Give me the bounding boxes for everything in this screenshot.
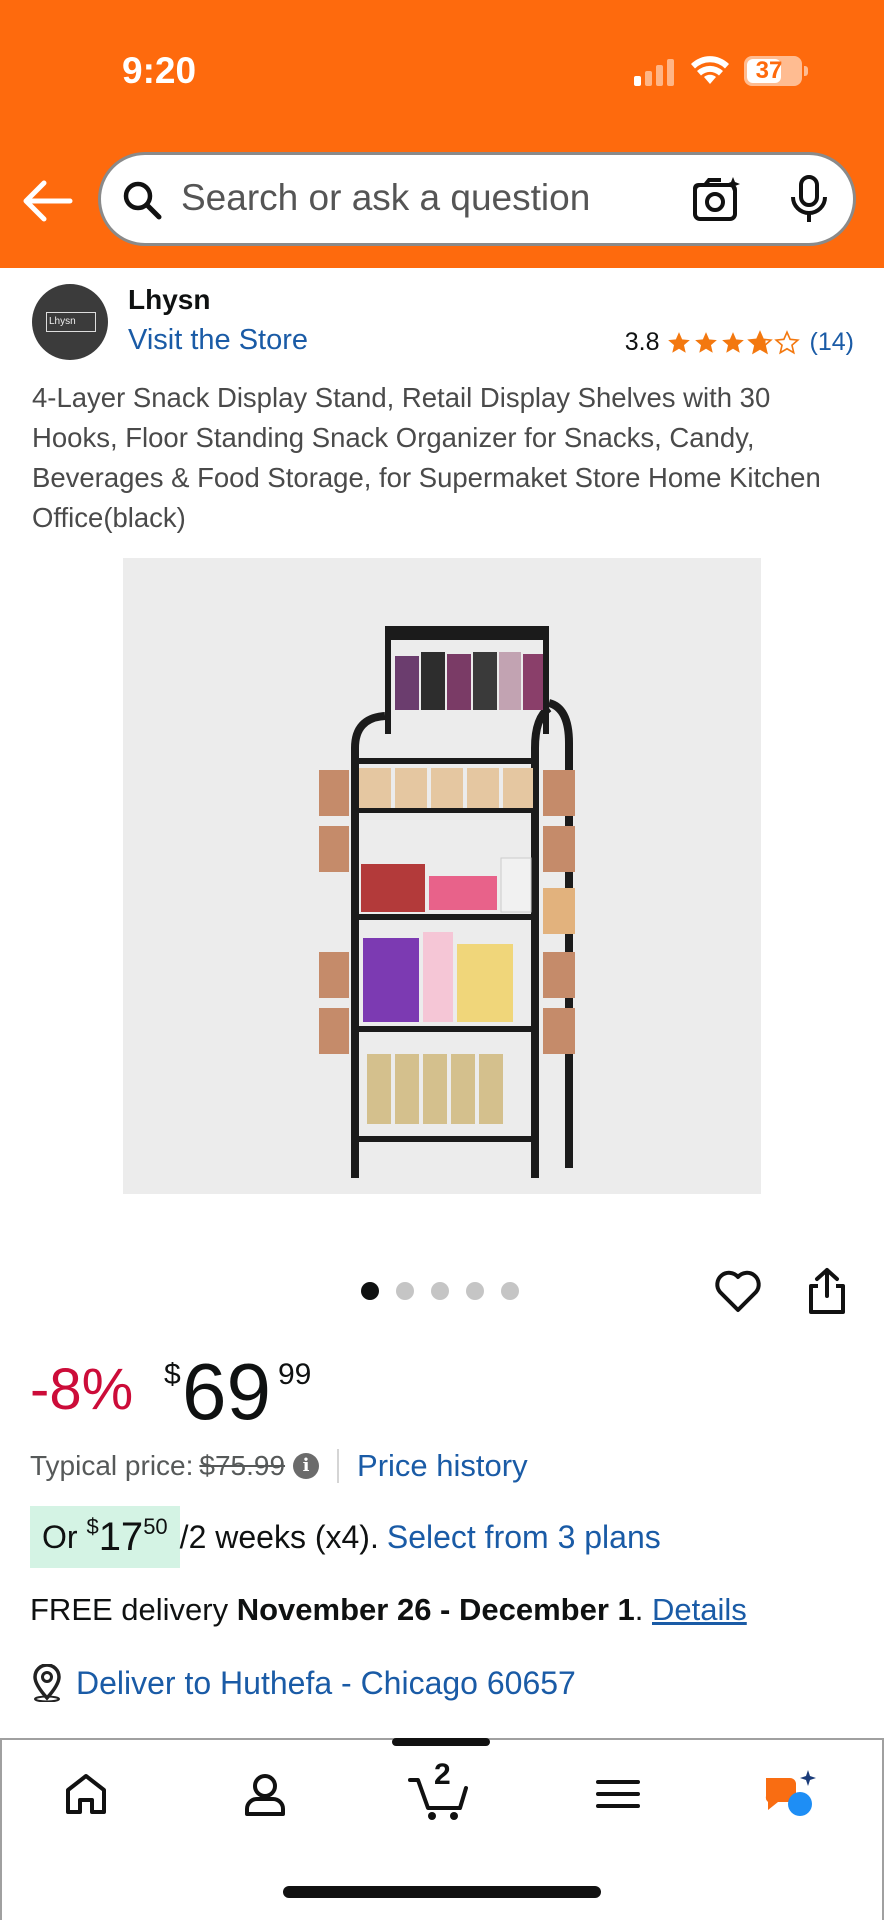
heart-icon[interactable] — [714, 1268, 762, 1314]
delivery-details-link[interactable]: Details — [652, 1592, 747, 1627]
product-image[interactable] — [123, 558, 761, 1194]
signal-icon — [634, 58, 676, 86]
battery-icon: 37 — [744, 56, 808, 86]
delivery-prefix: FREE delivery — [30, 1592, 237, 1627]
star-empty-icon — [773, 329, 800, 354]
star-full-icon — [667, 331, 690, 353]
cart-count-badge: 2 — [434, 1758, 451, 1791]
carousel-dot[interactable] — [431, 1282, 449, 1300]
delivery-period: . — [634, 1592, 652, 1627]
deliver-to-text: Deliver to Huthefa - Chicago 60657 — [76, 1664, 576, 1701]
price-whole: 69 — [182, 1347, 271, 1436]
top-bar: 9:20 37 Search or ask a question — [0, 0, 884, 268]
rating-summary[interactable]: 3.8 (14) — [625, 328, 854, 357]
product-title: 4-Layer Snack Display Stand, Retail Disp… — [32, 382, 821, 533]
brand-logo-text: Lhysn — [46, 312, 96, 332]
carousel-dot[interactable] — [396, 1282, 414, 1300]
visit-store-link[interactable]: Visit the Store — [128, 324, 308, 357]
search-input[interactable]: Search or ask a question — [181, 177, 590, 219]
installment-badge: Or $ 17 50 — [30, 1506, 180, 1568]
price-fraction: 99 — [278, 1358, 312, 1391]
plan-prefix: Or — [42, 1518, 87, 1555]
home-icon[interactable] — [62, 1766, 110, 1822]
microphone-icon[interactable] — [789, 175, 829, 225]
image-carousel-dots[interactable] — [361, 1282, 519, 1300]
discount-percent: -8% — [30, 1357, 134, 1422]
delivery-dates: November 26 - December 1 — [236, 1592, 635, 1627]
plan-suffix: /2 weeks (x4). — [179, 1518, 379, 1555]
rating-count: (14) — [809, 328, 854, 356]
carousel-dot[interactable] — [501, 1282, 519, 1300]
select-plans-link[interactable]: Select from 3 plans — [387, 1519, 661, 1556]
info-icon[interactable]: i — [293, 1453, 320, 1479]
star-rating — [666, 329, 800, 356]
display-stand-illustration — [319, 626, 575, 1178]
deliver-to-row[interactable]: Deliver to Huthefa - Chicago 60657 — [30, 1664, 576, 1702]
plan-whole: 17 — [98, 1514, 144, 1559]
star-full-icon — [694, 331, 717, 353]
plan-currency: $ — [86, 1514, 99, 1539]
delivery-info: FREE delivery November 26 - December 1. … — [30, 1592, 747, 1628]
star-full-icon — [721, 331, 744, 353]
back-arrow-icon[interactable] — [22, 178, 74, 224]
home-indicator — [283, 1886, 601, 1898]
plan-fraction: 50 — [143, 1514, 168, 1539]
brand-name: Lhysn — [128, 284, 211, 315]
search-icon — [123, 181, 162, 220]
star-half-icon — [746, 329, 773, 354]
search-bar[interactable]: Search or ask a question — [98, 152, 856, 246]
price-history-link[interactable]: Price history — [357, 1448, 528, 1484]
location-pin-icon — [33, 1664, 61, 1702]
payment-plan-row: Or $ 17 50 /2 weeks (x4). Select from 3 … — [30, 1506, 661, 1568]
battery-level: 37 — [755, 57, 783, 84]
divider — [337, 1449, 340, 1483]
typical-price-value: $75.99 — [199, 1450, 286, 1481]
camera-lens-icon[interactable] — [691, 175, 741, 225]
rating-value: 3.8 — [624, 328, 660, 356]
brand-logo[interactable]: Lhysn — [32, 284, 108, 360]
status-time: 9:20 — [122, 50, 197, 91]
share-icon[interactable] — [806, 1266, 848, 1316]
product-page: 9:20 37 Search or ask a question Lhysn L… — [0, 0, 884, 1920]
price-currency: $ — [164, 1358, 181, 1391]
rufus-ai-icon[interactable] — [760, 1766, 820, 1822]
menu-icon[interactable] — [596, 1766, 640, 1822]
account-icon[interactable] — [242, 1766, 288, 1822]
wifi-icon — [691, 56, 729, 84]
carousel-dot[interactable] — [466, 1282, 484, 1300]
nav-indicator — [392, 1738, 490, 1746]
carousel-dot[interactable] — [361, 1282, 379, 1300]
typical-price-label: Typical price: — [30, 1450, 194, 1481]
typical-price-row: Typical price: $75.99 i Price history — [30, 1448, 528, 1484]
